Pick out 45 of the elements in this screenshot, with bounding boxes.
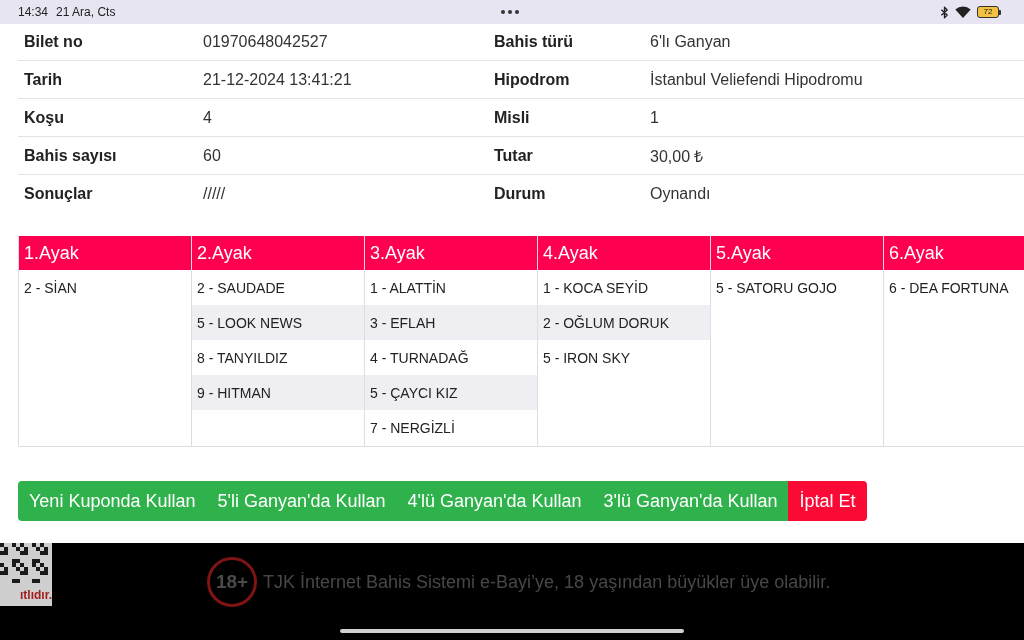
bluetooth-icon: [940, 5, 949, 19]
field-label: Tarih: [23, 70, 62, 89]
more-icon[interactable]: [500, 10, 519, 14]
action-button[interactable]: 3'lü Ganyan'da Kullan: [592, 481, 789, 521]
field-value: 21-12-2024 13:41:21: [202, 70, 352, 89]
leg-header: 6.Ayak: [884, 236, 1024, 270]
field-value: İstanbul Veliefendi Hipodromu: [649, 70, 863, 89]
leg-header: 4.Ayak: [538, 236, 710, 270]
field-value: 60: [202, 146, 221, 165]
action-button[interactable]: 5'li Ganyan'da Kullan: [206, 481, 397, 521]
field-label: Bilet no: [23, 33, 83, 51]
field-value: 1: [649, 108, 659, 127]
battery-indicator: 72: [977, 6, 1001, 18]
field-label: Koşu: [23, 108, 64, 127]
horse-entry: 3 - EFLAH: [365, 305, 537, 340]
horse-entry: 5 - ÇAYCI KIZ: [365, 375, 537, 410]
field-value: 4: [202, 108, 212, 127]
action-button[interactable]: 4'lü Ganyan'da Kullan: [396, 481, 593, 521]
horse-entry: 2 - OĞLUM DORUK: [538, 305, 710, 340]
field-value: /////: [202, 184, 226, 203]
footer-notice: TJK İnternet Bahis Sistemi e-Bayi’ye, 18 yaşından büyükler üye olabilir.: [263, 571, 831, 593]
field-value: Oynandı: [649, 184, 711, 203]
leg-header: 5.Ayak: [711, 236, 883, 270]
leg-header: 1.Ayak: [19, 236, 191, 270]
qr-caption: ıtlıdır.: [20, 588, 52, 602]
field-label: Tutar: [493, 146, 533, 165]
age-limit-badge: 18+: [207, 557, 257, 607]
leg-header: 2.Ayak: [192, 236, 364, 270]
field-label: Misli: [493, 108, 530, 127]
status-time: 14:34: [18, 5, 49, 19]
leg-header: 3.Ayak: [365, 236, 537, 270]
action-button[interactable]: Yeni Kuponda Kullan: [18, 481, 207, 521]
field-value: 01970648042527: [202, 33, 328, 51]
status-date: 21 Ara, Cts: [56, 5, 116, 19]
horse-entry: 5 - LOOK NEWS: [192, 305, 364, 340]
wifi-icon: [955, 6, 971, 18]
field-label: Sonuçlar: [23, 184, 93, 203]
field-value: 6'lı Ganyan: [649, 33, 731, 51]
field-label: Bahis türü: [493, 33, 574, 51]
action-button[interactable]: İptal Et: [788, 481, 867, 521]
field-label: Bahis sayısı: [23, 146, 117, 165]
horse-entry: 9 - HITMAN: [192, 375, 364, 410]
field-label: Hipodrom: [493, 70, 570, 89]
field-label: Durum: [493, 184, 546, 203]
field-value: 30,00 ₺: [649, 146, 704, 167]
